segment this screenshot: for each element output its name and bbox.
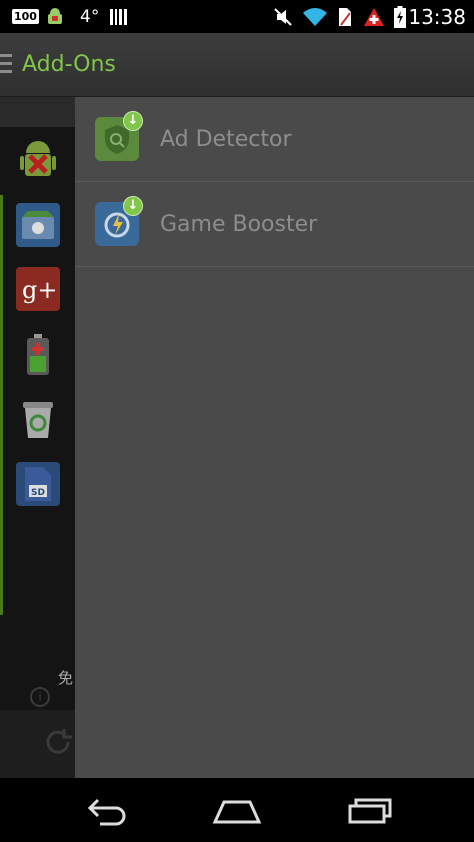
store-icon[interactable] bbox=[16, 203, 60, 247]
battery-icon bbox=[392, 0, 408, 33]
sim-icon bbox=[336, 0, 354, 33]
download-badge-icon: ↓ bbox=[123, 111, 143, 131]
battery-app-icon[interactable] bbox=[16, 333, 60, 377]
alert-icon bbox=[362, 0, 386, 33]
google-plus-icon[interactable]: g+ bbox=[16, 267, 60, 311]
clock: 13:38 bbox=[408, 4, 466, 29]
page-title[interactable]: Add-Ons bbox=[22, 33, 116, 97]
hamburger-menu-icon[interactable] bbox=[0, 54, 12, 74]
partial-label: 免 bbox=[58, 669, 74, 687]
addon-row-ad-detector[interactable]: ↓ Ad Detector bbox=[75, 97, 474, 182]
back-icon[interactable] bbox=[82, 794, 130, 826]
addon-row-game-booster[interactable]: ↓ Game Booster bbox=[75, 182, 474, 267]
recents-icon[interactable] bbox=[346, 794, 394, 826]
mute-icon bbox=[272, 0, 294, 33]
sd-card-icon[interactable]: SD bbox=[16, 462, 60, 506]
svg-text:SD: SD bbox=[31, 488, 45, 498]
action-bar: Add-Ons bbox=[0, 33, 474, 97]
background-app-pane: g+ SD 免 i bbox=[0, 97, 75, 778]
home-icon[interactable] bbox=[212, 794, 262, 826]
temperature-label: 4° bbox=[80, 6, 100, 27]
left-pane-header bbox=[0, 97, 75, 127]
left-pane-footer bbox=[0, 710, 75, 778]
wifi-icon bbox=[302, 0, 328, 33]
barcode-icon bbox=[108, 0, 130, 33]
navigation-bar bbox=[0, 778, 474, 842]
addons-drawer: ↓ Ad Detector ↓ Game Booster bbox=[75, 97, 474, 778]
android-debug-icon bbox=[44, 0, 66, 33]
info-icon[interactable]: i bbox=[30, 687, 50, 707]
refresh-icon[interactable] bbox=[42, 726, 74, 758]
recycle-bin-icon[interactable] bbox=[16, 398, 60, 442]
battery-100-badge: 100 bbox=[12, 9, 39, 24]
download-badge-icon: ↓ bbox=[123, 196, 143, 216]
left-pane-accent bbox=[0, 195, 3, 615]
status-bar: 100 4° 13:38 bbox=[0, 0, 474, 33]
svg-text:g+: g+ bbox=[22, 276, 56, 304]
addon-label: Ad Detector bbox=[160, 127, 292, 152]
addon-label: Game Booster bbox=[160, 212, 318, 237]
android-x-icon[interactable] bbox=[16, 139, 60, 183]
